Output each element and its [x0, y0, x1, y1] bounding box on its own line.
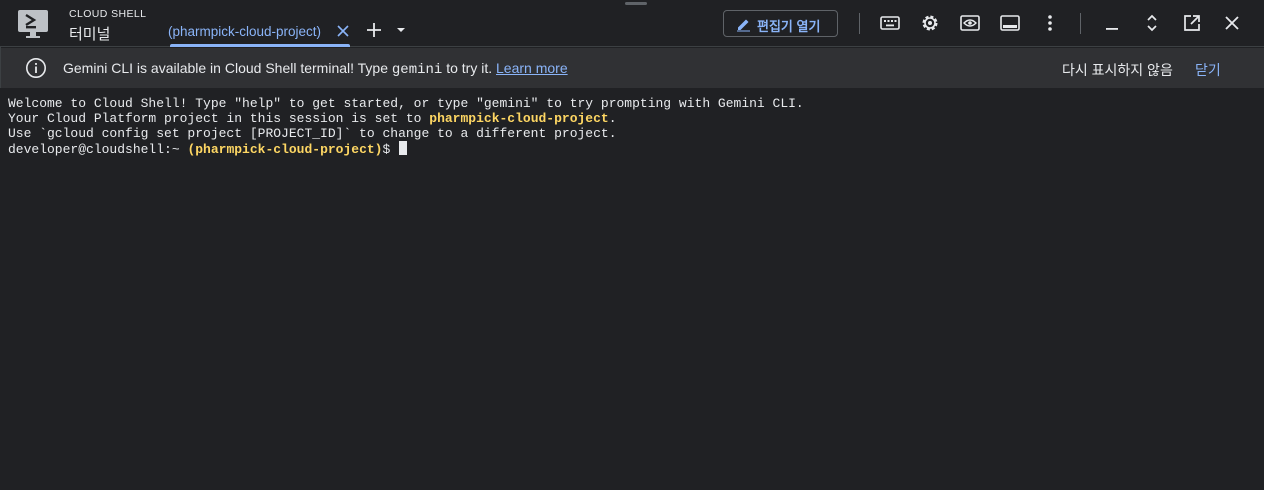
tab-menu-arrow-icon[interactable]	[396, 26, 406, 34]
open-editor-button[interactable]: 편집기 열기	[723, 10, 838, 37]
info-icon	[26, 58, 46, 78]
web-preview-icon[interactable]	[959, 12, 981, 34]
banner-text-after: to try it.	[442, 60, 497, 76]
settings-gear-icon[interactable]	[919, 12, 941, 34]
banner-code: gemini	[391, 62, 443, 78]
terminal-line: Welcome to Cloud Shell! Type "help" to g…	[8, 96, 804, 111]
terminal-text: Your Cloud Platform project in this sess…	[8, 111, 430, 126]
pencil-icon	[737, 19, 750, 32]
tab-terminal-session[interactable]: (pharmpick-cloud-project)	[166, 17, 352, 47]
resize-drag-handle[interactable]	[625, 2, 647, 5]
dont-show-again-button[interactable]: 다시 표시하지 않음	[1062, 60, 1173, 80]
tab-label[interactable]: (pharmpick-cloud-project)	[168, 24, 321, 39]
open-editor-label: 편집기 열기	[757, 19, 821, 34]
more-vert-icon[interactable]	[1039, 12, 1061, 34]
learn-more-link[interactable]: Learn more	[496, 60, 568, 76]
close-banner-button[interactable]: 닫기	[1195, 60, 1221, 80]
project-id: pharmpick-cloud-project	[429, 111, 609, 126]
terminal-line: Your Cloud Platform project in this sess…	[8, 111, 1256, 126]
toolbar-divider	[859, 13, 860, 34]
terminal-line: Use `gcloud config set project [PROJECT_…	[8, 126, 617, 141]
close-tab-icon[interactable]	[336, 24, 350, 38]
terminal-cursor	[399, 141, 408, 155]
close-icon[interactable]	[1221, 12, 1243, 34]
cloud-shell-header: CLOUD SHELL 터미널 (pharmpick-cloud-project…	[0, 0, 1264, 47]
expand-icon[interactable]	[1141, 12, 1163, 34]
active-tab-indicator	[170, 44, 350, 47]
prompt-symbol: $	[382, 142, 391, 157]
toolbar-divider	[1080, 13, 1081, 34]
terminal-prompt-line: developer@cloudshell:~ (pharmpick-cloud-…	[8, 141, 1256, 157]
gemini-cli-banner: Gemini CLI is available in Cloud Shell t…	[0, 48, 1264, 88]
brand-title: CLOUD SHELL	[69, 8, 147, 20]
cloud-shell-logo-icon	[18, 10, 48, 38]
minimize-icon[interactable]	[1101, 12, 1123, 34]
add-tab-icon[interactable]	[366, 22, 382, 38]
banner-text-before: Gemini CLI is available in Cloud Shell t…	[63, 60, 392, 76]
keyboard-icon[interactable]	[879, 12, 901, 34]
terminal-panel-icon[interactable]	[999, 12, 1021, 34]
brand-subtitle: 터미널	[69, 26, 111, 43]
prompt-project: (pharmpick-cloud-project)	[187, 142, 383, 157]
banner-message: Gemini CLI is available in Cloud Shell t…	[63, 60, 568, 78]
terminal-text: .	[608, 111, 617, 126]
terminal-output[interactable]: Welcome to Cloud Shell! Type "help" to g…	[0, 88, 1264, 490]
open-new-window-icon[interactable]	[1181, 12, 1203, 34]
prompt-user: developer@cloudshell:~	[8, 142, 180, 157]
